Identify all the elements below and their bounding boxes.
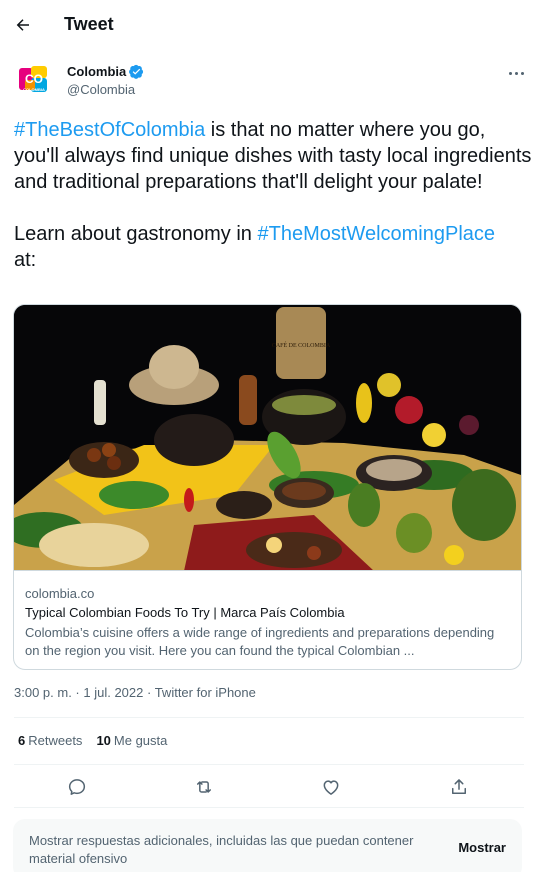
tweet-text: #TheBestOfColombia is that no matter whe… bbox=[14, 117, 534, 273]
card-title: Typical Colombian Foods To Try | Marca P… bbox=[25, 605, 345, 620]
more-replies-text: Mostrar respuestas adicionales, incluida… bbox=[29, 833, 414, 866]
card-image[interactable]: CAFÉ DE COLOMBIA bbox=[14, 305, 521, 571]
divider bbox=[14, 717, 524, 718]
avatar[interactable]: CO COLOMBIA bbox=[14, 60, 54, 100]
share-button[interactable] bbox=[446, 774, 472, 800]
reply-icon bbox=[68, 779, 86, 795]
tweet-author: CO COLOMBIA Colombia @Colombia bbox=[14, 60, 534, 104]
author-name-row[interactable]: Colombia bbox=[67, 64, 144, 79]
card-body[interactable]: colombia.co Typical Colombian Foods To T… bbox=[14, 572, 521, 669]
back-arrow-icon bbox=[16, 19, 29, 31]
author-handle[interactable]: @Colombia bbox=[67, 82, 135, 97]
author-name[interactable]: Colombia bbox=[67, 64, 126, 79]
divider bbox=[14, 764, 524, 765]
tweet-stats: 6 Retweets 10 Me gusta bbox=[18, 733, 167, 748]
hashtag-link[interactable]: #TheMostWelcomingPlace bbox=[258, 223, 496, 245]
back-button[interactable] bbox=[8, 8, 38, 42]
retweets-label: Retweets bbox=[28, 733, 83, 748]
tweet-text-segment: Learn about gastronomy in bbox=[14, 223, 258, 245]
tweet-text-segment: at: bbox=[14, 249, 37, 271]
retweet-button[interactable] bbox=[191, 774, 217, 800]
more-icon-dot bbox=[520, 71, 524, 75]
likes-label: Me gusta bbox=[113, 733, 168, 748]
page-title: Tweet bbox=[64, 14, 114, 34]
meta-separator: · bbox=[71, 685, 84, 700]
tweet-actions bbox=[14, 766, 524, 806]
card-description: Colombia’s cuisine offers a wide range o… bbox=[25, 625, 495, 658]
link-preview-card[interactable]: CAFÉ DE COLOMBIA colombia.co Typical Col… bbox=[13, 304, 522, 670]
logo-subtext: COLOMBIA bbox=[23, 87, 45, 92]
tweet-time[interactable]: 3:00 p. m. bbox=[14, 685, 72, 700]
retweets-stat[interactable]: 6 Retweets bbox=[18, 733, 82, 748]
logo-text: CO bbox=[25, 72, 43, 86]
like-button[interactable] bbox=[318, 774, 344, 800]
hashtag-link[interactable]: #TheBestOfColombia bbox=[14, 119, 205, 141]
like-icon bbox=[323, 780, 339, 795]
divider bbox=[14, 807, 524, 808]
more-icon-dot bbox=[514, 71, 518, 75]
likes-count: 10 bbox=[96, 733, 111, 748]
more-options-button[interactable] bbox=[504, 64, 528, 82]
share-icon bbox=[452, 779, 466, 794]
retweet-icon bbox=[197, 781, 211, 793]
card-domain: colombia.co bbox=[25, 586, 95, 601]
more-replies-banner: Mostrar respuestas adicionales, incluida… bbox=[13, 819, 522, 872]
retweets-count: 6 bbox=[18, 733, 26, 748]
meta-separator: · bbox=[143, 685, 155, 700]
colombia-logo-icon: CO COLOMBIA bbox=[19, 66, 47, 92]
tweet-source[interactable]: Twitter for iPhone bbox=[155, 685, 256, 700]
show-more-replies-button[interactable]: Mostrar bbox=[458, 840, 506, 855]
reply-button[interactable] bbox=[64, 774, 90, 800]
tweet-paragraph-2: Learn about gastronomy in #TheMostWelcom… bbox=[14, 221, 534, 273]
more-icon-dot bbox=[508, 71, 512, 75]
tweet-paragraph-1: #TheBestOfColombia is that no matter whe… bbox=[14, 117, 534, 195]
colombian-food-photo: CAFÉ DE COLOMBIA bbox=[14, 305, 521, 570]
tweet-date[interactable]: 1 jul. 2022 bbox=[83, 685, 143, 700]
verified-badge-icon bbox=[129, 64, 144, 79]
likes-stat[interactable]: 10 Me gusta bbox=[96, 733, 167, 748]
coffee-sack-label: CAFÉ DE COLOMBIA bbox=[272, 341, 331, 349]
top-bar: Tweet bbox=[0, 0, 544, 50]
tweet-meta: 3:00 p. m. · 1 jul. 2022 · Twitter for i… bbox=[14, 685, 256, 700]
